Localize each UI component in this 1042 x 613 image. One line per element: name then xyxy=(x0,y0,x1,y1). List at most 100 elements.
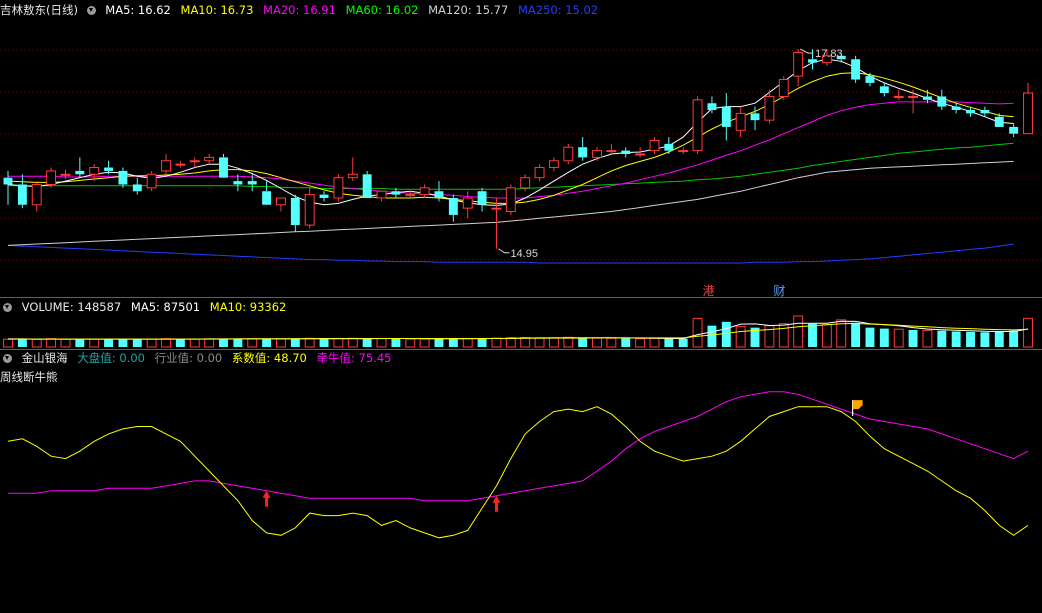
candle-body-up xyxy=(204,156,215,162)
volume-bar-down xyxy=(118,338,128,347)
volume-bar-up xyxy=(60,338,71,348)
volume-bar-up xyxy=(333,337,344,348)
candle-body-up xyxy=(333,177,344,199)
event-tag-cai: 财 xyxy=(773,284,785,298)
volume-bar-down xyxy=(994,331,1004,347)
candle-body-up xyxy=(793,51,804,77)
candle-body-down xyxy=(391,191,401,195)
candle-body-down xyxy=(865,76,875,83)
candle-body-up xyxy=(89,167,100,175)
candle-body-up xyxy=(491,207,502,210)
candle-body-down xyxy=(219,157,228,178)
volume-bar-down xyxy=(578,337,588,347)
volume-bar-down xyxy=(1009,330,1019,347)
candle-body-up xyxy=(376,190,387,199)
volume-bar-up xyxy=(247,338,258,348)
volume-bar-down xyxy=(132,339,142,347)
volume-bar-down xyxy=(664,338,674,347)
volume-bar-up xyxy=(189,338,200,348)
flag-icon xyxy=(852,400,863,410)
candle-body-down xyxy=(118,170,128,185)
volume-bar-up xyxy=(778,323,789,348)
candle-body-up xyxy=(893,95,904,98)
candle-body-up xyxy=(520,177,531,189)
candle-body-down xyxy=(434,191,444,198)
volume-bar-down xyxy=(678,338,688,347)
candle-body-down xyxy=(3,177,13,185)
candle-body-up xyxy=(276,197,286,206)
volume-bar-up xyxy=(606,337,617,348)
volume-bar-up xyxy=(1023,317,1033,348)
candle-body-up xyxy=(347,173,358,179)
candle-body-up xyxy=(505,187,516,213)
candle-body-up xyxy=(692,99,703,152)
volume-bar-up xyxy=(922,329,933,348)
volume-bar-down xyxy=(808,323,817,347)
candle-body-up xyxy=(678,150,689,153)
candle-body-up xyxy=(189,160,200,163)
candle-body-down xyxy=(262,191,272,205)
candle-body-up xyxy=(592,150,602,158)
volume-ma10-line xyxy=(8,322,1029,340)
candle-body-up xyxy=(146,173,157,189)
volume-bar-up xyxy=(419,338,430,348)
candle-body-down xyxy=(233,181,243,185)
volume-bar-up xyxy=(505,337,516,348)
candle-body-up xyxy=(419,187,430,196)
volume-bar-up xyxy=(405,338,416,348)
candle-body-down xyxy=(966,110,975,114)
candle-body-up xyxy=(175,163,186,166)
volume-bar-down xyxy=(219,338,228,347)
candle-body-up xyxy=(606,150,617,153)
candle-body-up xyxy=(304,194,315,226)
candle-body-up xyxy=(764,95,775,121)
candle-body-up xyxy=(1023,92,1033,135)
volume-bar-down xyxy=(290,338,300,347)
candle-body-down xyxy=(477,191,487,205)
volume-bar-up xyxy=(548,337,559,348)
volume-bar-up xyxy=(735,326,746,348)
candle-body-up xyxy=(649,139,660,152)
candle-body-down xyxy=(448,198,458,215)
volume-bar-up xyxy=(46,338,57,348)
volume-bar-up xyxy=(534,337,545,348)
ma10-line xyxy=(7,72,1014,204)
volume-bar-up xyxy=(635,338,646,348)
candle-body-down xyxy=(994,116,1004,127)
volume-bar-down xyxy=(865,327,875,347)
volume-bar-down xyxy=(262,338,272,347)
high-marker-label: 17.83 xyxy=(815,48,843,60)
candle-body-down xyxy=(664,143,674,151)
candle-body-down xyxy=(362,174,372,198)
volume-bar-up xyxy=(276,338,286,348)
volume-bar-down xyxy=(851,322,861,347)
volume-bar-up xyxy=(692,317,703,348)
candle-body-down xyxy=(879,86,889,94)
up-arrow-icon xyxy=(262,490,271,507)
candle-body-down xyxy=(707,103,717,110)
candle-body-down xyxy=(132,184,142,192)
candle-body-down xyxy=(721,106,731,127)
volume-bar-down xyxy=(879,328,889,347)
volume-bar-down xyxy=(707,325,717,347)
volume-bar-up xyxy=(491,337,502,348)
volume-bar-up xyxy=(304,337,315,348)
candle-body-down xyxy=(750,113,760,121)
volume-bar-up xyxy=(563,336,574,348)
candle-body-up xyxy=(908,95,919,98)
volume-bar-up xyxy=(793,315,804,348)
low-marker-label: 14.95 xyxy=(510,248,538,260)
candle-body-down xyxy=(17,184,27,205)
candle-body-down xyxy=(578,147,588,158)
candle-body-down xyxy=(980,110,990,114)
volume-bar-down xyxy=(391,338,401,347)
volume-bar-down xyxy=(980,332,990,347)
candle-body-up xyxy=(405,194,416,197)
indicator-chart xyxy=(7,391,1029,539)
volume-bar-up xyxy=(893,328,904,348)
volume-bar-up xyxy=(161,338,171,348)
volume-bar-up xyxy=(31,338,42,348)
volume-bar-up xyxy=(649,337,660,348)
volume-bar-down xyxy=(966,331,975,347)
volume-bar-down xyxy=(175,339,185,347)
